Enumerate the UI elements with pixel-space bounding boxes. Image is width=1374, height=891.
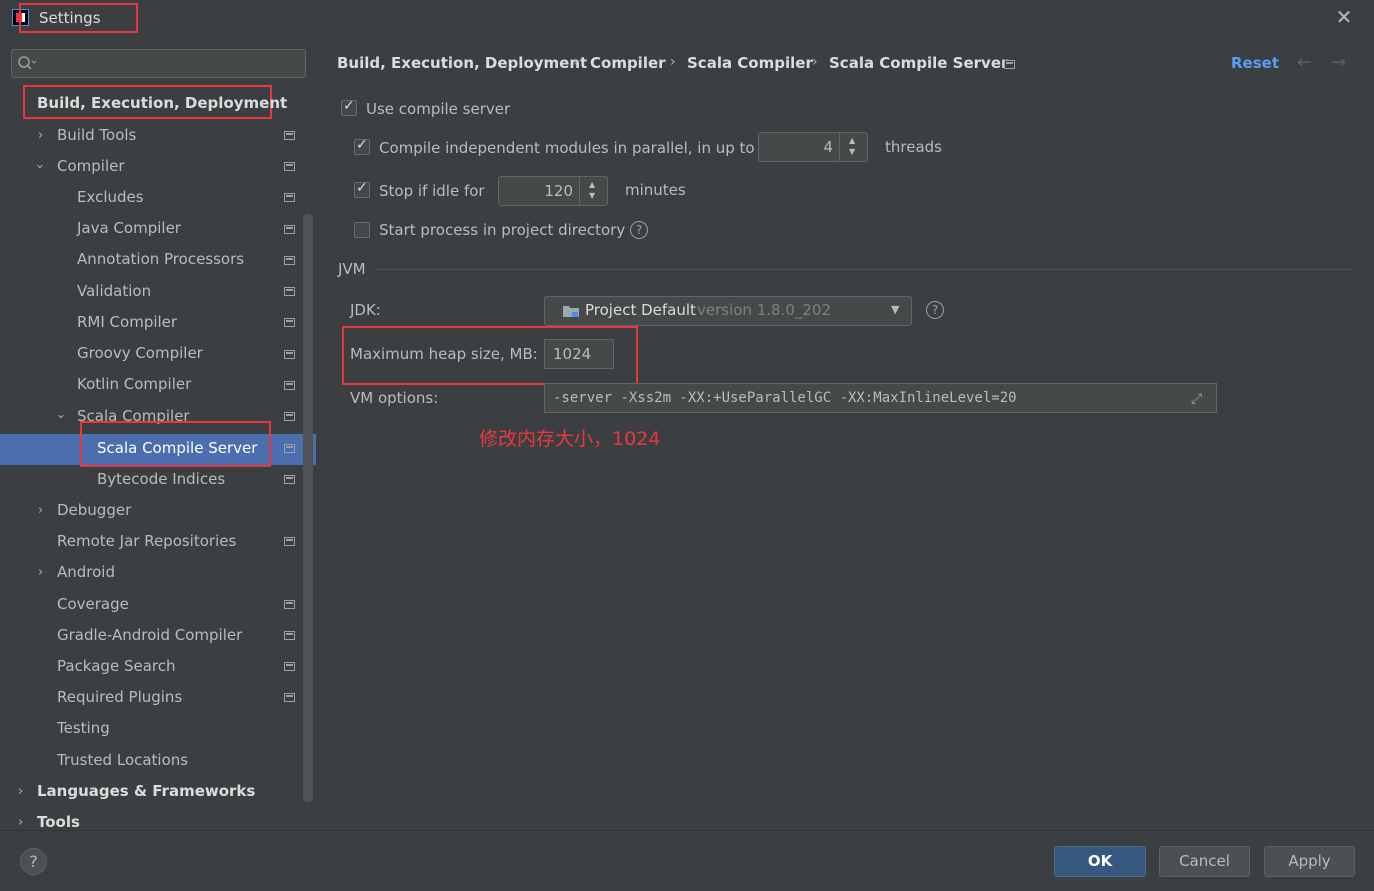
breadcrumb-separator: ›	[812, 54, 818, 70]
chevron-right-icon[interactable]: ›	[38, 120, 43, 151]
sidebar-item-remote-jar-repositories[interactable]: Remote Jar Repositories	[57, 526, 236, 557]
sidebar-group-languages-frameworks[interactable]: Languages & Frameworks	[37, 776, 255, 807]
sidebar-item-trusted-locations[interactable]: Trusted Locations	[57, 745, 188, 776]
sidebar-item-java-compiler[interactable]: Java Compiler	[77, 213, 181, 244]
spinner-arrows-icon[interactable]	[579, 177, 607, 205]
threads-spinner[interactable]: 4	[758, 132, 868, 162]
project-scope-icon	[284, 444, 295, 453]
project-scope-icon	[284, 193, 295, 202]
minutes-suffix-label: minutes	[625, 181, 686, 199]
sidebar-item-rmi-compiler[interactable]: RMI Compiler	[77, 307, 177, 338]
idle-minutes-value: 120	[544, 182, 573, 200]
chevron-right-icon[interactable]: ›	[38, 557, 43, 588]
breadcrumb-separator: ›	[573, 54, 579, 70]
sidebar-item-required-plugins[interactable]: Required Plugins	[57, 682, 182, 713]
heap-size-label: Maximum heap size, MB:	[350, 345, 538, 363]
spinner-arrows-icon[interactable]	[839, 133, 867, 161]
sidebar-item-excludes[interactable]: Excludes	[77, 182, 144, 213]
cancel-button[interactable]: Cancel	[1159, 846, 1250, 877]
sidebar-item-android[interactable]: Android	[57, 557, 115, 588]
start-process-checkbox[interactable]	[354, 222, 370, 238]
chevron-right-icon[interactable]: ›	[38, 495, 43, 526]
breadcrumb-build-execution-deployment[interactable]: Build, Execution, Deployment	[337, 54, 587, 72]
threads-suffix-label: threads	[885, 138, 942, 156]
search-icon	[18, 56, 37, 70]
project-scope-icon	[284, 412, 295, 421]
help-icon[interactable]: ?	[630, 221, 648, 239]
stop-if-idle-label: Stop if idle for	[379, 182, 485, 200]
help-icon[interactable]: ?	[926, 301, 944, 319]
project-scope-icon	[284, 537, 295, 546]
use-compile-server-label: Use compile server	[366, 100, 511, 118]
chevron-down-icon[interactable]: ›	[45, 414, 76, 419]
expand-icon[interactable]: ⤢	[1191, 391, 1202, 407]
project-scope-icon	[1004, 60, 1015, 69]
breadcrumb-scala-compile-server: Scala Compile Server	[829, 54, 1009, 72]
project-scope-icon	[284, 350, 295, 359]
parallel-compile-checkbox[interactable]	[354, 137, 370, 155]
help-button[interactable]: ?	[20, 848, 47, 875]
jvm-section-title: JVM	[338, 260, 366, 278]
vm-options-input[interactable]	[544, 383, 1217, 413]
settings-search-input[interactable]	[11, 49, 306, 78]
project-scope-icon	[284, 318, 295, 327]
section-divider	[376, 269, 1353, 270]
reset-link[interactable]: Reset	[1231, 54, 1279, 72]
close-icon[interactable]: ✕	[1333, 6, 1355, 28]
project-scope-icon	[284, 381, 295, 390]
apply-button[interactable]: Apply	[1264, 846, 1355, 877]
sidebar-item-scala-compile-server[interactable]: Scala Compile Server	[97, 433, 257, 464]
sidebar-section-build-execution-deployment[interactable]: Build, Execution, Deployment	[37, 88, 287, 119]
sidebar-item-build-tools[interactable]: Build Tools	[57, 120, 136, 151]
chevron-down-icon[interactable]: ›	[24, 164, 55, 169]
heap-size-input[interactable]	[544, 339, 614, 369]
sidebar-item-package-search[interactable]: Package Search	[57, 651, 175, 682]
jdk-label: JDK:	[350, 301, 381, 319]
annotation-text: 修改内存大小，1024	[479, 428, 661, 450]
project-scope-icon	[284, 475, 295, 484]
sidebar-scrollbar[interactable]	[303, 214, 313, 802]
jdk-version: version 1.8.0_202	[697, 301, 832, 319]
project-scope-icon	[284, 131, 295, 140]
project-scope-icon	[284, 287, 295, 296]
parallel-compile-label: Compile independent modules in parallel,…	[379, 139, 755, 157]
sidebar-item-testing[interactable]: Testing	[57, 713, 110, 744]
back-arrow-icon[interactable]: ←	[1297, 52, 1312, 73]
vm-options-label: VM options:	[350, 389, 439, 407]
project-scope-icon	[284, 631, 295, 640]
folder-icon	[563, 306, 579, 317]
project-scope-icon	[284, 162, 295, 171]
sidebar-item-kotlin-compiler[interactable]: Kotlin Compiler	[77, 369, 191, 400]
window-title: Settings	[39, 9, 101, 27]
sidebar-item-bytecode-indices[interactable]: Bytecode Indices	[97, 464, 225, 495]
project-scope-icon	[284, 256, 295, 265]
dropdown-arrow-icon[interactable]: ▼	[891, 303, 899, 316]
idle-minutes-spinner[interactable]: 120	[498, 176, 608, 206]
sidebar-item-annotation-processors[interactable]: Annotation Processors	[77, 244, 244, 275]
breadcrumb-scala-compiler[interactable]: Scala Compiler	[687, 54, 813, 72]
sidebar-item-coverage[interactable]: Coverage	[57, 589, 129, 620]
project-scope-icon	[284, 693, 295, 702]
breadcrumb-compiler[interactable]: Compiler	[590, 54, 666, 72]
sidebar-item-compiler[interactable]: Compiler	[57, 151, 125, 182]
jdk-name: Project Default	[585, 301, 696, 319]
project-scope-icon	[284, 600, 295, 609]
start-process-label: Start process in project directory	[379, 221, 626, 239]
use-compile-server-checkbox[interactable]	[341, 98, 357, 116]
title-bar	[0, 0, 1374, 36]
project-scope-icon	[284, 662, 295, 671]
breadcrumb-separator: ›	[670, 54, 676, 70]
sidebar-item-debugger[interactable]: Debugger	[57, 495, 131, 526]
sidebar-item-validation[interactable]: Validation	[77, 276, 151, 307]
forward-arrow-icon[interactable]: →	[1331, 52, 1346, 73]
stop-if-idle-checkbox[interactable]	[354, 180, 370, 198]
threads-value: 4	[823, 138, 833, 156]
ok-button[interactable]: OK	[1054, 846, 1146, 877]
sidebar-item-gradle-android-compiler[interactable]: Gradle-Android Compiler	[57, 620, 242, 651]
sidebar-item-groovy-compiler[interactable]: Groovy Compiler	[77, 338, 203, 369]
chevron-right-icon[interactable]: ›	[18, 776, 23, 807]
project-scope-icon	[284, 225, 295, 234]
